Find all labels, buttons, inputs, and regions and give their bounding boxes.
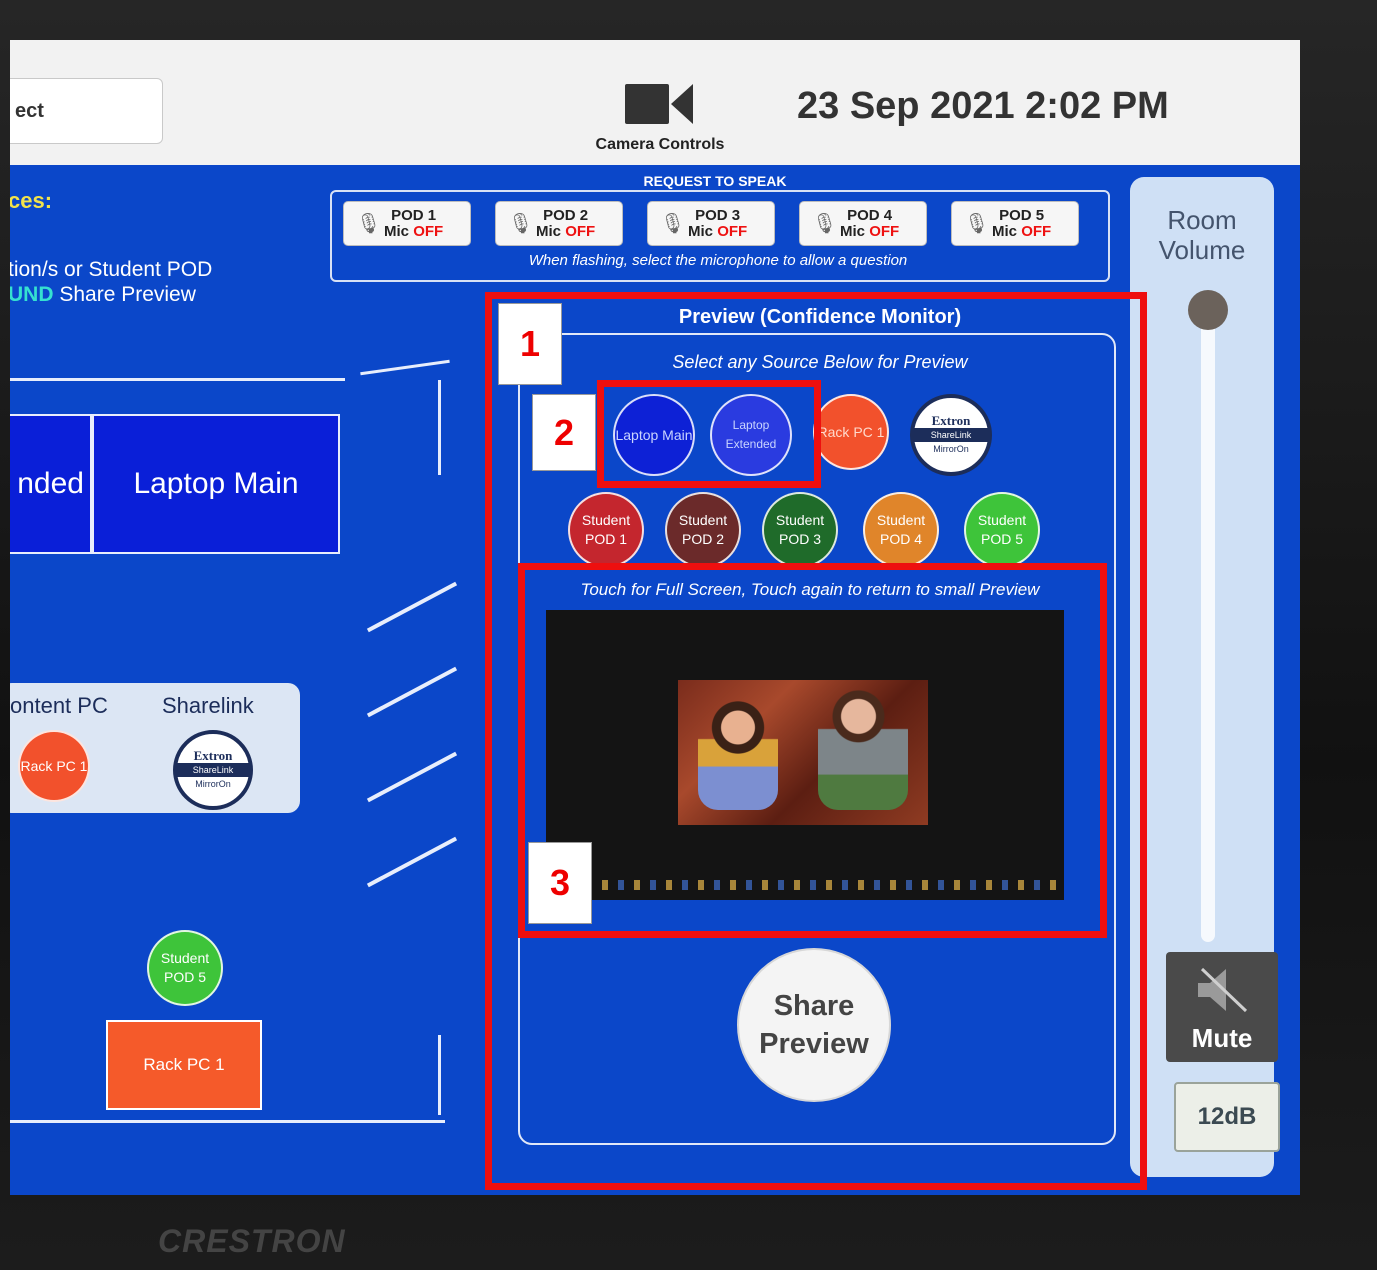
date-time: 23 Sep 2021 2:02 PM bbox=[797, 85, 1169, 127]
microphone-icon: 🎙 bbox=[812, 213, 838, 235]
pod-name: POD 2 bbox=[543, 206, 589, 224]
pod-name: POD 3 bbox=[695, 206, 741, 224]
microphone-icon: 🎙 bbox=[660, 213, 686, 235]
instruction-line-2: UND Share Preview bbox=[10, 283, 196, 307]
room-wall-top-right bbox=[360, 359, 450, 376]
crestron-logo: CRESTRON bbox=[158, 1223, 346, 1259]
mic-state: OFF bbox=[565, 222, 596, 240]
annotation-box-2 bbox=[597, 380, 821, 488]
extron-logo-text: Extron bbox=[193, 748, 233, 763]
volume-slider-track[interactable] bbox=[1201, 302, 1215, 942]
camera-controls-label: Camera Controls bbox=[595, 136, 725, 153]
pod-4-mic-button[interactable]: 🎙 POD 4 Mic OFF bbox=[799, 201, 927, 246]
pod-name: POD 5 bbox=[999, 206, 1045, 224]
annotation-label-1: 1 bbox=[498, 303, 562, 385]
camera-icon bbox=[625, 80, 695, 126]
mic-state: OFF bbox=[413, 222, 444, 240]
annotation-box-3 bbox=[518, 563, 1107, 938]
room-wall-right-top bbox=[438, 380, 441, 475]
pod-name: POD 1 bbox=[391, 206, 437, 224]
mic-label: Mic bbox=[840, 222, 866, 240]
rack-pc-source-left[interactable]: Rack PC 1 bbox=[18, 730, 90, 802]
microphone-icon: 🎙 bbox=[508, 213, 534, 235]
annotation-label-3: 3 bbox=[528, 842, 592, 924]
speaker-muted-icon bbox=[1198, 967, 1248, 1013]
room-wall-right-bottom bbox=[438, 1035, 441, 1115]
instruction-line-1: tion/s or Student POD bbox=[10, 258, 213, 281]
mic-state: OFF bbox=[1021, 222, 1052, 240]
mute-label: Mute bbox=[1191, 1023, 1253, 1053]
instruction-highlight: UND bbox=[10, 283, 54, 306]
content-pc-label: ontent PC bbox=[10, 693, 108, 718]
room-wall-bottom bbox=[10, 1120, 445, 1123]
request-to-speak-title: REQUEST TO SPEAK bbox=[630, 173, 800, 189]
pod-1-mic-button[interactable]: 🎙 POD 1 Mic OFF bbox=[343, 201, 471, 246]
mute-button[interactable]: Mute bbox=[1166, 952, 1278, 1062]
microphone-icon: 🎙 bbox=[964, 213, 990, 235]
mic-label: Mic bbox=[536, 222, 562, 240]
rack-pc-box: Rack PC 1 bbox=[106, 1020, 262, 1110]
request-to-speak-note: When flashing, select the microphone to … bbox=[528, 252, 908, 269]
annotation-label-2: 2 bbox=[532, 394, 596, 471]
sources-title: ces: bbox=[10, 188, 53, 213]
top-bar: ect Camera Controls 23 Sep 2021 2:02 PM bbox=[10, 40, 1300, 165]
tile-laptop-main[interactable]: Laptop Main bbox=[92, 414, 340, 554]
mirroron-logo-text: MirrorOn bbox=[195, 779, 231, 789]
tile-laptop-extended[interactable]: nded bbox=[10, 414, 92, 554]
mic-state: OFF bbox=[869, 222, 900, 240]
seat-row-3 bbox=[366, 751, 458, 803]
microphone-icon: 🎙 bbox=[356, 213, 382, 235]
room-wall-top bbox=[10, 378, 345, 381]
seat-row-4 bbox=[366, 836, 458, 888]
mic-label: Mic bbox=[992, 222, 1018, 240]
seat-row-2 bbox=[366, 666, 458, 718]
camera-controls-button[interactable]: Camera Controls bbox=[580, 80, 740, 154]
seat-row-1 bbox=[366, 581, 458, 633]
mic-label: Mic bbox=[688, 222, 714, 240]
mic-state: OFF bbox=[717, 222, 748, 240]
sharelink-label: Sharelink bbox=[162, 693, 254, 718]
student-pod5-source-left[interactable]: Student POD 5 bbox=[147, 930, 223, 1006]
pod-3-mic-button[interactable]: 🎙 POD 3 Mic OFF bbox=[647, 201, 775, 246]
select-button[interactable]: ect bbox=[10, 78, 163, 144]
mic-label: Mic bbox=[384, 222, 410, 240]
volume-slider-knob[interactable] bbox=[1188, 290, 1228, 330]
room-volume-label: Room Volume bbox=[1158, 205, 1246, 265]
pod-5-mic-button[interactable]: 🎙 POD 5 Mic OFF bbox=[951, 201, 1079, 246]
pod-2-mic-button[interactable]: 🎙 POD 2 Mic OFF bbox=[495, 201, 623, 246]
volume-db-readout: 12dB bbox=[1174, 1082, 1280, 1152]
instruction-rest: Share Preview bbox=[53, 283, 196, 306]
pod-name: POD 4 bbox=[847, 206, 893, 224]
sharelink-logo-text: ShareLink bbox=[177, 763, 249, 777]
sharelink-source-left[interactable]: Extron ShareLink MirrorOn bbox=[173, 730, 253, 810]
